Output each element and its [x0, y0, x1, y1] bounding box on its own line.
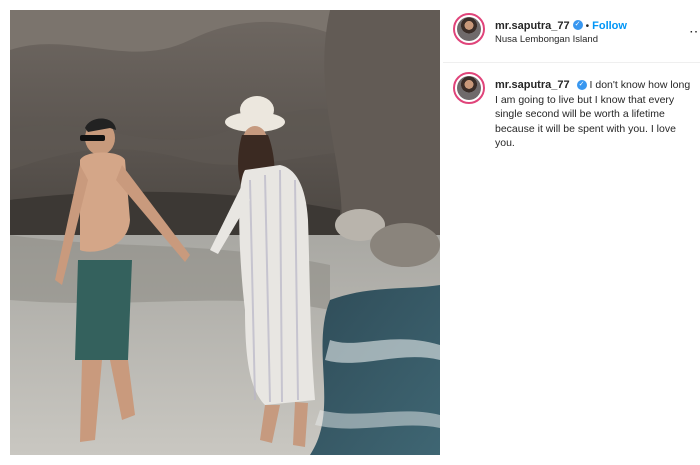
- instagram-post: mr.saputra_77 ✓ • Follow Nusa Lembongan Isl…: [0, 0, 700, 465]
- location-link[interactable]: Nusa Lembongan Island: [495, 34, 598, 45]
- username-link[interactable]: mr.saputra_77: [495, 20, 570, 32]
- divider: [443, 62, 700, 63]
- post-header: mr.saputra_77 ✓ • Follow Nusa Lembongan Isl…: [443, 10, 700, 58]
- avatar-image: [457, 76, 481, 100]
- caption-username-link[interactable]: mr.saputra_77: [495, 79, 570, 91]
- caption-avatar[interactable]: [453, 72, 485, 104]
- photo-illustration: [10, 10, 440, 455]
- verified-badge-icon: ✓: [576, 80, 587, 91]
- avatar-image: [457, 17, 481, 41]
- post-sidebar: mr.saputra_77 ✓ • Follow Nusa Lembongan Isl…: [443, 10, 700, 455]
- caption-text: mr.saputra_77 ✓ I don't know how long I a…: [495, 78, 695, 151]
- header-line: mr.saputra_77 ✓ • Follow: [495, 16, 627, 34]
- separator-dot: •: [585, 21, 590, 32]
- avatar[interactable]: [453, 13, 485, 45]
- follow-button[interactable]: Follow: [592, 20, 627, 32]
- more-options-icon[interactable]: ⋯: [689, 24, 699, 38]
- post-photo[interactable]: [10, 10, 440, 455]
- verified-badge-icon: ✓: [572, 19, 583, 30]
